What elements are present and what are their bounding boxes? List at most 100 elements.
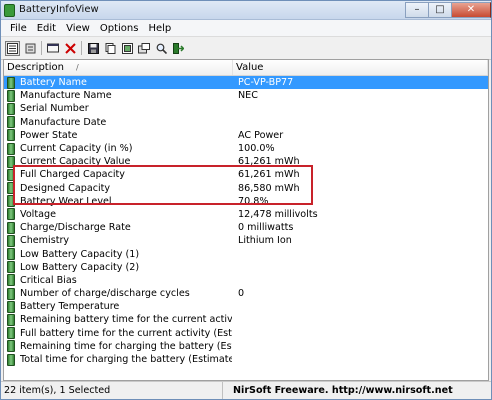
- row-description-text: Remaining time for charging the battery …: [20, 340, 232, 352]
- row-description: Low Battery Capacity (1): [4, 248, 232, 261]
- row-description-text: Power State: [20, 129, 78, 141]
- row-description: Remaining time for charging the battery …: [4, 340, 232, 353]
- row-description: Critical Bias: [4, 274, 232, 287]
- row-description-text: Number of charge/discharge cycles: [20, 288, 190, 300]
- table-row[interactable]: Full battery time for the current activi…: [4, 327, 488, 340]
- toolbar: [1, 37, 491, 60]
- row-description: Number of charge/discharge cycles: [4, 287, 232, 300]
- row-description-text: Total time for charging the battery (Est…: [20, 354, 232, 366]
- row-description: Battery Temperature: [4, 300, 232, 313]
- battery-icon: [7, 287, 15, 300]
- row-description-text: Remaining battery time for the current a…: [20, 314, 232, 326]
- table-row[interactable]: Current Capacity (in %) 100.0%: [4, 142, 488, 155]
- battery-info-list[interactable]: Description / Value Battery Name PC-VP-BP…: [3, 59, 489, 381]
- html-report-icon[interactable]: [5, 40, 20, 56]
- column-value[interactable]: Value: [233, 60, 488, 75]
- window-controls: – □ ✕: [405, 1, 491, 18]
- row-description-text: Serial Number: [20, 103, 89, 115]
- menu-file[interactable]: File: [5, 23, 32, 34]
- status-nirsoft-link[interactable]: NirSoft Freeware. http://www.nirsoft.net: [223, 382, 491, 399]
- window-title: BatteryInfoView: [19, 4, 99, 15]
- row-description: Charge/Discharge Rate: [4, 221, 232, 234]
- column-description[interactable]: Description /: [4, 60, 233, 75]
- refresh-icon[interactable]: [46, 41, 60, 55]
- row-description-text: Current Capacity (in %): [20, 143, 133, 155]
- battery-icon: [7, 248, 15, 261]
- menu-bar: File Edit View Options Help: [1, 20, 491, 37]
- menu-options[interactable]: Options: [95, 23, 144, 34]
- properties-icon[interactable]: [23, 41, 37, 55]
- row-description: Voltage: [4, 208, 232, 221]
- status-item-count: 22 item(s), 1 Selected: [1, 382, 223, 399]
- battery-icon: [7, 116, 15, 129]
- battery-icon: [7, 208, 15, 221]
- copy-all-icon[interactable]: [120, 41, 134, 55]
- row-description-text: Chemistry: [20, 235, 70, 247]
- table-row[interactable]: Number of charge/discharge cycles 0: [4, 287, 488, 300]
- row-description: Manufacture Date: [4, 116, 232, 129]
- battery-app-icon: [4, 4, 15, 17]
- options-icon[interactable]: [137, 41, 151, 55]
- app-window: BatteryInfoView – □ ✕ File Edit View Opt…: [0, 0, 492, 400]
- close-button[interactable]: ✕: [451, 2, 491, 18]
- table-row[interactable]: Battery Temperature: [4, 300, 488, 313]
- battery-icon: [7, 142, 15, 155]
- wear-level-annotation-box: [13, 165, 313, 205]
- row-description-text: Battery Name: [20, 77, 87, 89]
- table-row[interactable]: Critical Bias: [4, 274, 488, 287]
- table-row[interactable]: Charge/Discharge Rate 0 milliwatts: [4, 221, 488, 234]
- copy-icon[interactable]: [103, 41, 117, 55]
- save-icon[interactable]: [86, 41, 100, 55]
- toolbar-separator: [41, 41, 42, 55]
- menu-edit[interactable]: Edit: [32, 23, 61, 34]
- row-value: 0: [238, 288, 245, 300]
- table-row[interactable]: Serial Number: [4, 102, 488, 115]
- table-row[interactable]: Battery Name PC-VP-BP77: [4, 76, 488, 90]
- battery-icon: [7, 129, 15, 142]
- title-bar[interactable]: BatteryInfoView – □ ✕: [1, 1, 491, 20]
- row-description-text: Low Battery Capacity (2): [20, 261, 140, 273]
- menu-help[interactable]: Help: [143, 23, 176, 34]
- battery-icon: [7, 76, 15, 89]
- row-value: AC Power: [238, 129, 284, 141]
- row-description-text: Voltage: [20, 208, 56, 220]
- battery-icon: [7, 274, 15, 287]
- minimize-button[interactable]: –: [405, 2, 428, 18]
- row-value: Lithium Ion: [238, 235, 292, 247]
- status-bar: 22 item(s), 1 Selected NirSoft Freeware.…: [1, 381, 491, 399]
- row-description: Full battery time for the current activi…: [4, 327, 232, 340]
- battery-icon: [7, 353, 15, 366]
- row-value: 12,478 millivolts: [238, 208, 318, 220]
- table-row[interactable]: Power State AC Power: [4, 129, 488, 142]
- table-row[interactable]: Manufacture Name NEC: [4, 89, 488, 102]
- row-description-text: Critical Bias: [20, 274, 77, 286]
- table-row[interactable]: Remaining time for charging the battery …: [4, 340, 488, 353]
- row-value: 100.0%: [238, 143, 275, 155]
- table-row[interactable]: Low Battery Capacity (1): [4, 247, 488, 261]
- battery-icon: [7, 300, 15, 313]
- column-header: Description / Value: [4, 60, 488, 76]
- row-description: Total time for charging the battery (Est…: [4, 353, 232, 366]
- row-description: Chemistry: [4, 234, 232, 247]
- table-row[interactable]: Chemistry Lithium Ion: [4, 234, 488, 247]
- menu-view[interactable]: View: [61, 23, 95, 34]
- row-description-text: Charge/Discharge Rate: [20, 222, 131, 234]
- table-row[interactable]: Low Battery Capacity (2): [4, 261, 488, 274]
- table-row[interactable]: Remaining battery time for the current a…: [4, 313, 488, 326]
- row-value: NEC: [238, 90, 258, 102]
- table-row[interactable]: Manufacture Date: [4, 116, 488, 129]
- delete-icon[interactable]: [63, 41, 77, 55]
- exit-icon[interactable]: [171, 41, 185, 55]
- row-value: 0 milliwatts: [238, 222, 294, 234]
- row-description-text: Low Battery Capacity (1): [20, 248, 140, 260]
- rows-container: Battery Name PC-VP-BP77 Manufacture Name NE…: [4, 76, 488, 366]
- battery-icon: [7, 89, 15, 102]
- battery-icon: [7, 234, 15, 247]
- row-description: Current Capacity (in %): [4, 142, 232, 155]
- table-row[interactable]: Total time for charging the battery (Est…: [4, 353, 488, 366]
- find-icon[interactable]: [154, 41, 168, 55]
- row-description: Manufacture Name: [4, 89, 232, 102]
- maximize-button[interactable]: □: [428, 2, 451, 18]
- row-description: Serial Number: [4, 102, 232, 115]
- table-row[interactable]: Voltage 12,478 millivolts: [4, 208, 488, 221]
